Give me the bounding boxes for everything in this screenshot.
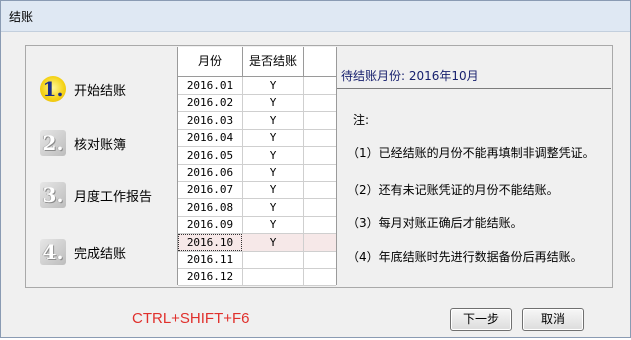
note-title: 注: (353, 113, 370, 127)
divider (337, 88, 611, 89)
step-label: 月度工作报告 (74, 189, 153, 205)
note-1: （1）已经结账的月份不能再填制非调整凭证。 (347, 146, 595, 160)
table-row[interactable]: 2016.03 Y (178, 111, 336, 130)
closed-flag-cell[interactable]: Y (243, 129, 304, 147)
closed-flag-cell[interactable]: Y (243, 216, 304, 234)
table-row[interactable]: 2016.11 (178, 251, 336, 269)
table-row[interactable]: 2016.02 Y (178, 94, 336, 113)
table-row[interactable]: 2016.09 Y (178, 216, 336, 235)
month-cell[interactable]: 2016.03 (178, 111, 243, 129)
month-cell[interactable]: 2016.08 (178, 198, 243, 216)
step-check-ledger: 2. 核对账簿 (40, 129, 126, 157)
closed-flag-cell[interactable]: Y (243, 233, 304, 251)
closed-flag-cell[interactable] (243, 268, 304, 286)
closed-flag-cell[interactable]: Y (243, 164, 304, 181)
step-finish-closing: 4. 完成结账 (40, 238, 126, 266)
closed-flag-cell[interactable]: Y (243, 198, 304, 216)
window-title: 结账 (9, 10, 34, 24)
closed-flag-cell[interactable]: Y (243, 111, 304, 129)
table-row[interactable]: 2016.04 Y (178, 129, 336, 148)
pending-month-label: 待结账月份: 2016年10月 (341, 69, 479, 83)
step-label: 开始结账 (74, 83, 127, 99)
month-cell[interactable]: 2016.02 (178, 94, 243, 112)
closed-flag-cell[interactable]: Y (243, 146, 304, 164)
note-2: （2）还有未记账凭证的月份不能结账。 (347, 183, 559, 197)
step-1-icon: 1. (36, 72, 70, 106)
table-header: 月份 是否结账 (178, 47, 336, 77)
wizard-panel: 1. 开始结账 2. 核对账簿 3. 月度工作报告 4. 完成结账 月份 是否结… (25, 45, 613, 288)
table-row[interactable]: 2016.01 Y (178, 77, 336, 95)
table-row[interactable]: 2016.07 Y (178, 181, 336, 200)
table-row[interactable]: 2016.08 Y (178, 198, 336, 217)
step-start-closing: 1. 开始结账 (36, 72, 127, 106)
month-cell[interactable]: 2016.01 (178, 77, 243, 94)
note-3: （3）每月对账正确后才能结账。 (347, 216, 523, 230)
step-label: 完成结账 (74, 246, 127, 262)
month-cell[interactable]: 2016.04 (178, 129, 243, 147)
month-cell[interactable]: 2016.07 (178, 181, 243, 199)
closed-flag-cell[interactable]: Y (243, 181, 304, 199)
title-bar: 结账 (1, 1, 630, 32)
info-pane: 待结账月份: 2016年10月 注: （1）已经结账的月份不能再填制非调整凭证。… (337, 47, 611, 285)
close-account-dialog: 结账 1. 开始结账 2. 核对账簿 3. 月度工作报告 4. 完成结账 月份 … (0, 0, 631, 338)
shortcut-hint: CTRL+SHIFT+F6 (132, 310, 250, 327)
column-header-closed[interactable]: 是否结账 (243, 47, 304, 76)
closed-flag-cell[interactable]: Y (243, 77, 304, 94)
table-row[interactable]: 2016.10 Y (178, 233, 336, 252)
step-2-icon: 2. (40, 130, 66, 156)
table-row[interactable]: 2016.06 Y (178, 164, 336, 182)
month-cell[interactable]: 2016.11 (178, 251, 243, 268)
next-step-button[interactable]: 下一步 (450, 308, 512, 331)
cancel-button[interactable]: 取消 (522, 308, 584, 331)
column-header-month[interactable]: 月份 (178, 47, 243, 76)
table-row[interactable]: 2016.12 (178, 268, 336, 287)
month-cell[interactable]: 2016.10 (178, 233, 242, 251)
note-4: （4）年底结账时先进行数据备份后再结账。 (347, 250, 583, 264)
step-label: 核对账簿 (74, 137, 127, 153)
month-cell[interactable]: 2016.06 (178, 164, 243, 181)
step-4-icon: 4. (40, 239, 66, 265)
month-cell[interactable]: 2016.12 (178, 268, 243, 286)
month-table[interactable]: 月份 是否结账 2016.01 Y 2016.02 Y 2016.03 Y 2016.04 Y… (177, 47, 337, 287)
step-3-icon: 3. (40, 182, 66, 208)
month-cell[interactable]: 2016.09 (178, 216, 243, 234)
closed-flag-cell[interactable]: Y (243, 94, 304, 112)
closed-flag-cell[interactable] (243, 251, 304, 268)
step-monthly-report: 3. 月度工作报告 (40, 181, 152, 209)
month-cell[interactable]: 2016.05 (178, 146, 243, 164)
table-row[interactable]: 2016.05 Y (178, 146, 336, 165)
